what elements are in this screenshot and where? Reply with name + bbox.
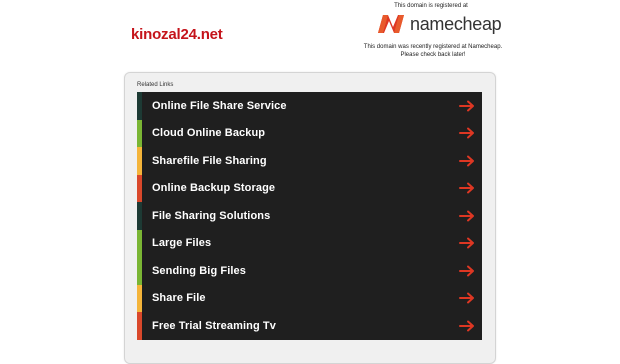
domain-title: kinozal24.net [131, 26, 223, 43]
related-link-row[interactable]: Share File [137, 284, 482, 312]
related-link-label: Cloud Online Backup [152, 127, 266, 140]
color-bar [137, 174, 142, 202]
related-link-row[interactable]: Sharefile File Sharing [137, 147, 482, 175]
namecheap-wordmark: namecheap [410, 13, 502, 34]
registration-message-line1: This domain was recently registered at N… [363, 44, 503, 50]
arrow-right-icon [459, 182, 474, 194]
color-bar [137, 92, 142, 120]
arrow-right-icon [459, 292, 474, 304]
related-link-label: Large Files [152, 237, 212, 250]
registered-note: This domain is registered at [394, 3, 468, 9]
registration-message: This domain was recently registered at N… [352, 44, 514, 59]
color-bar [137, 312, 142, 340]
color-bar [137, 202, 142, 230]
namecheap-logo[interactable]: namecheap [376, 13, 502, 35]
arrow-right-icon [459, 127, 474, 139]
registration-message-line2: Please check back later! [400, 51, 466, 58]
color-bar [137, 257, 142, 285]
related-link-label: Share File [152, 292, 206, 305]
related-link-label: Online File Share Service [152, 99, 287, 112]
namecheap-n-icon [378, 15, 404, 33]
related-link-label: Sharefile File Sharing [152, 154, 267, 167]
related-links-list: Online File Share Service Cloud Online Ba… [137, 92, 482, 340]
color-bar [137, 229, 142, 257]
related-link-label: Sending Big Files [152, 264, 246, 277]
color-bar [137, 284, 142, 312]
arrow-right-icon [459, 155, 474, 167]
arrow-right-icon [459, 265, 474, 277]
related-link-row[interactable]: Online Backup Storage [137, 174, 482, 202]
arrow-right-icon [459, 320, 474, 332]
arrow-right-icon [459, 210, 474, 222]
arrow-right-icon [459, 100, 474, 112]
related-links-heading: Related Links [137, 82, 174, 88]
arrow-right-icon [459, 237, 474, 249]
related-link-label: Online Backup Storage [152, 182, 276, 195]
related-link-row[interactable]: Sending Big Files [137, 257, 482, 285]
color-bar [137, 147, 142, 175]
related-link-label: File Sharing Solutions [152, 209, 271, 222]
related-link-row[interactable]: Large Files [137, 229, 482, 257]
related-link-row[interactable]: Free Trial Streaming Tv [137, 312, 482, 340]
related-link-row[interactable]: File Sharing Solutions [137, 202, 482, 230]
related-link-label: Free Trial Streaming Tv [152, 319, 276, 332]
related-link-row[interactable]: Online File Share Service [137, 92, 482, 120]
color-bar [137, 119, 142, 147]
related-link-row[interactable]: Cloud Online Backup [137, 119, 482, 147]
